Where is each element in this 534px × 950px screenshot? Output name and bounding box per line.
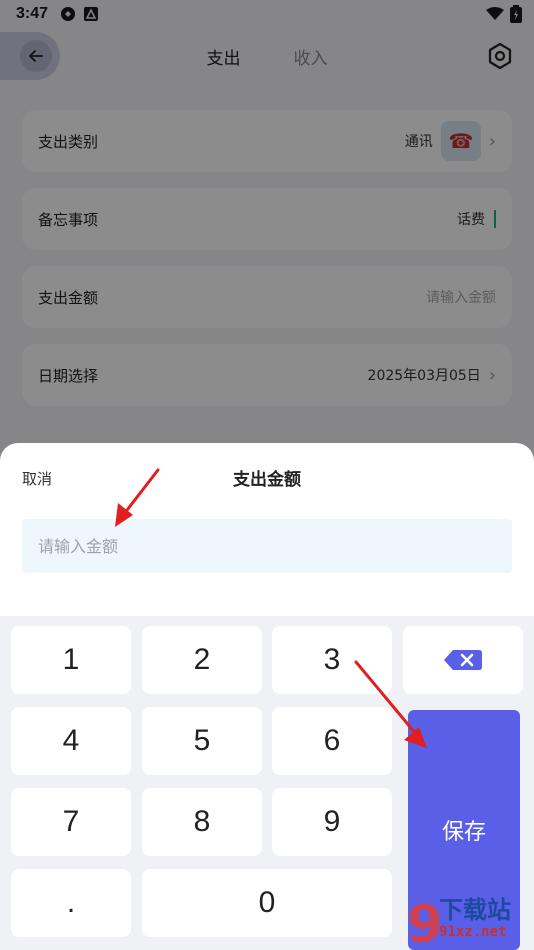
key-3[interactable]: 3 [272, 626, 392, 694]
key-decimal[interactable]: . [11, 869, 131, 937]
amount-bottom-sheet: 取消 支出金额 1 2 3 4 5 6 7 8 9 . 0 保存 [0, 443, 534, 950]
site-watermark: 9 下载站 91xz.net [407, 888, 534, 950]
sheet-title: 支出金额 [233, 470, 301, 490]
key-6[interactable]: 6 [272, 707, 392, 775]
svg-text:9: 9 [407, 895, 439, 950]
key-2[interactable]: 2 [142, 626, 262, 694]
key-4[interactable]: 4 [11, 707, 131, 775]
key-8[interactable]: 8 [142, 788, 262, 856]
key-1[interactable]: 1 [11, 626, 131, 694]
key-0[interactable]: 0 [142, 869, 392, 937]
amount-input[interactable] [22, 519, 512, 573]
delete-key[interactable] [403, 626, 523, 694]
watermark-brand: 下载站 [439, 896, 511, 924]
key-5[interactable]: 5 [142, 707, 262, 775]
backspace-icon [444, 650, 482, 670]
key-9[interactable]: 9 [272, 788, 392, 856]
watermark-url: 91xz.net [439, 924, 507, 940]
watermark-logo-icon: 9 [407, 895, 439, 950]
key-7[interactable]: 7 [11, 788, 131, 856]
